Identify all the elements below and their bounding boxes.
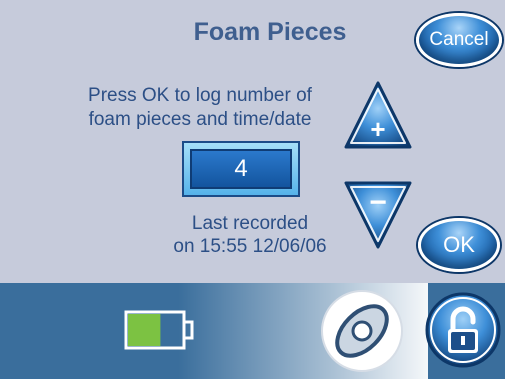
increment-button[interactable]: + bbox=[343, 80, 413, 150]
instruction-line-1: Press OK to log number of bbox=[88, 85, 312, 106]
last-recorded-line-2: on 15:55 12/06/06 bbox=[173, 236, 327, 257]
decrement-button[interactable]: − bbox=[343, 180, 413, 250]
foam-pieces-screen: Foam Pieces Cancel Press OK to log numbe… bbox=[0, 0, 505, 379]
cancel-button[interactable]: Cancel bbox=[416, 13, 502, 67]
lock-button[interactable] bbox=[424, 291, 502, 369]
slide-to-unlock-handle[interactable] bbox=[318, 288, 406, 374]
count-display: 4 bbox=[182, 141, 300, 197]
instruction-line-2: foam pieces and time/date bbox=[88, 109, 312, 130]
page-title: Foam Pieces bbox=[193, 18, 347, 46]
last-recorded-line-1: Last recorded bbox=[191, 213, 309, 234]
last-recorded-text: Last recorded on 15:55 12/06/06 bbox=[150, 212, 350, 258]
battery-icon bbox=[124, 310, 194, 350]
plus-icon: + bbox=[370, 114, 385, 144]
count-value: 4 bbox=[190, 149, 292, 189]
ok-button[interactable]: OK bbox=[418, 218, 500, 272]
instruction-text: Press OK to log number of foam pieces an… bbox=[40, 84, 360, 132]
minus-icon: − bbox=[369, 186, 387, 219]
